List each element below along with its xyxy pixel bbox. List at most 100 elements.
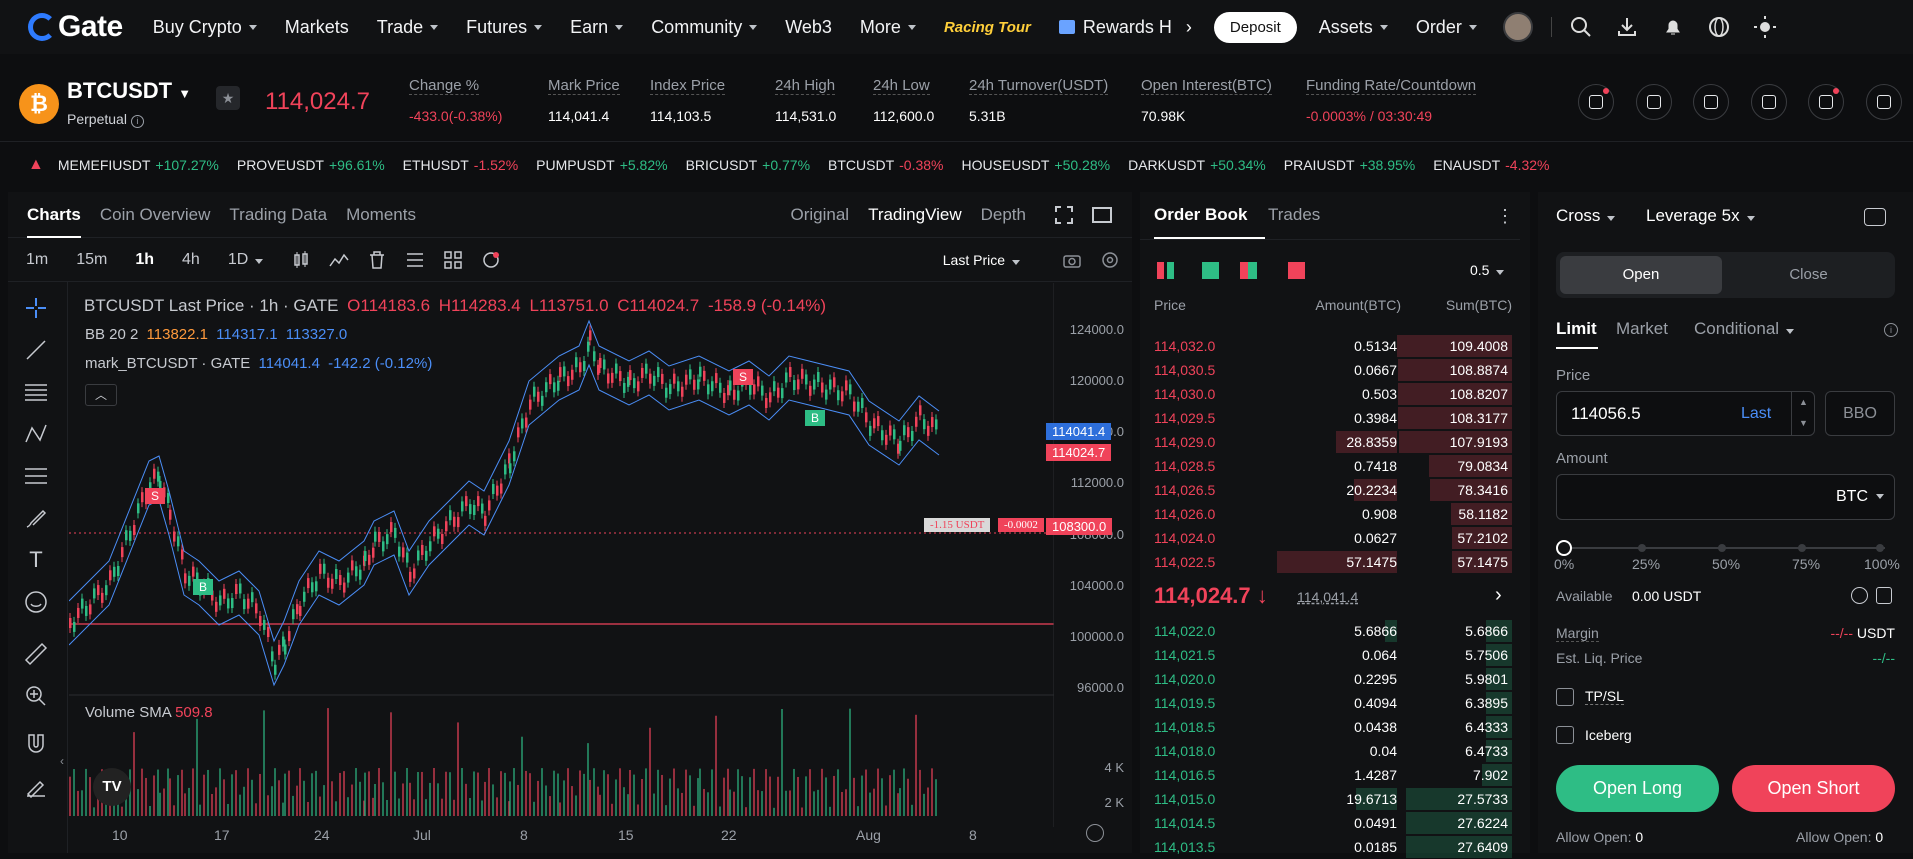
hot-ticker-item[interactable]: ETHUSDT -1.52% <box>403 157 518 173</box>
pattern-icon[interactable] <box>24 422 48 446</box>
magnet-icon[interactable] <box>24 732 48 756</box>
bid-row[interactable]: 114,020.0 0.2295 5.9801 <box>1140 667 1520 691</box>
symbol-selector[interactable]: BTCUSDT ▼ <box>67 78 191 104</box>
gate-logo[interactable]: Gate <box>28 10 123 44</box>
view-bids-icon[interactable] <box>1202 262 1219 279</box>
order-type-limit[interactable]: Limit <box>1556 319 1597 339</box>
indicators-icon[interactable] <box>329 250 349 270</box>
emoji-icon[interactable] <box>24 590 48 614</box>
price-stepper[interactable]: ▲ ▼ <box>1791 392 1815 435</box>
info-icon[interactable]: i <box>130 115 144 128</box>
amount-slider[interactable] <box>1556 538 1895 558</box>
grid-layout-icon[interactable] <box>443 250 463 270</box>
hot-ticker-item[interactable]: BRICUSDT +0.77% <box>686 157 810 173</box>
timeframe-1D[interactable]: 1D <box>228 251 264 269</box>
bid-row[interactable]: 114,014.5 0.0491 27.6224 <box>1140 811 1520 835</box>
candles-icon[interactable] <box>291 250 311 270</box>
slider-dot[interactable] <box>1876 544 1884 552</box>
list-icon[interactable] <box>405 250 425 270</box>
timeframe-15m[interactable]: 15m <box>76 251 107 269</box>
timeframe-1h[interactable]: 1h <box>135 251 154 269</box>
nav-futures[interactable]: Futures <box>466 17 543 38</box>
timeframe-1m[interactable]: 1m <box>26 251 48 269</box>
avatar[interactable] <box>1502 12 1533 42</box>
order-menu[interactable]: Order <box>1416 17 1477 38</box>
gear-icon[interactable] <box>1865 84 1902 120</box>
tpsl-checkbox[interactable] <box>1556 688 1574 706</box>
trash-icon[interactable] <box>367 250 387 270</box>
tradingview-logo[interactable]: TV <box>93 768 131 806</box>
nav-trade[interactable]: Trade <box>377 17 439 38</box>
add-indicator-icon[interactable] <box>481 250 501 270</box>
hot-ticker-item[interactable]: MEMEFIUSDT +107.27% <box>58 157 219 173</box>
leaf-icon[interactable] <box>1693 84 1729 120</box>
transfer-icon[interactable] <box>1851 587 1868 604</box>
rewards-hub-link[interactable]: Rewards H <box>1058 17 1172 38</box>
info-icon[interactable]: i <box>1884 323 1898 337</box>
deposit-button[interactable]: Deposit <box>1213 11 1297 43</box>
nav-community[interactable]: Community <box>651 17 758 38</box>
download-icon[interactable] <box>1616 16 1638 38</box>
open-tab[interactable]: Open <box>1560 256 1722 294</box>
bell-icon[interactable] <box>1662 16 1684 38</box>
chevron-right-icon[interactable]: › <box>1495 584 1502 607</box>
ask-row[interactable]: 114,030.0 0.503 108.8207 <box>1140 382 1520 406</box>
chart-tab-moments[interactable]: Moments <box>346 205 416 225</box>
price-input[interactable]: 114056.5 Last ▲ ▼ <box>1556 391 1815 436</box>
ask-row[interactable]: 114,026.5 20.2234 78.3416 <box>1140 478 1520 502</box>
bid-row[interactable]: 114,018.0 0.04 6.4733 <box>1140 739 1520 763</box>
favorite-star-icon[interactable]: ★ <box>216 86 240 110</box>
bid-row[interactable]: 114,022.0 5.6866 5.6866 <box>1140 619 1520 643</box>
more-vertical-icon[interactable]: ⋮ <box>1496 206 1514 227</box>
tab-trades[interactable]: Trades <box>1268 205 1320 225</box>
open-short-button[interactable]: Open Short <box>1732 765 1895 812</box>
last-price-link[interactable]: Last <box>1741 405 1771 423</box>
bell-icon[interactable] <box>1808 84 1844 120</box>
ask-row[interactable]: 114,024.0 0.0627 57.2102 <box>1140 526 1520 550</box>
hot-ticker-item[interactable]: PROVEUSDT +96.61% <box>237 157 385 173</box>
price-type-select[interactable]: Last Price <box>943 252 1020 268</box>
settings-icon[interactable] <box>1100 250 1120 270</box>
close-tab[interactable]: Close <box>1726 256 1891 294</box>
precision-select[interactable]: 0.5 <box>1470 262 1505 278</box>
layout-icon[interactable] <box>1092 205 1112 225</box>
hot-ticker-item[interactable]: BTCUSDT -0.38% <box>828 157 943 173</box>
convert-icon[interactable] <box>1876 587 1892 604</box>
chart-settings-icon[interactable] <box>1086 824 1104 842</box>
bid-row[interactable]: 114,016.5 1.4287 7.902 <box>1140 763 1520 787</box>
margin-mode-select[interactable]: Cross <box>1556 206 1616 226</box>
position-size-tag[interactable]: -0.0002 <box>998 518 1044 532</box>
position-pnl-tag[interactable]: -1.15 USDT <box>924 518 991 532</box>
hot-ticker-item[interactable]: DARKUSDT +50.34% <box>1128 157 1266 173</box>
ask-row[interactable]: 114,029.5 0.3984 108.3177 <box>1140 406 1520 430</box>
amount-input[interactable]: BTC <box>1556 474 1895 520</box>
brush-icon[interactable] <box>24 506 48 530</box>
assets-menu[interactable]: Assets <box>1319 17 1388 38</box>
ask-row[interactable]: 114,022.5 57.1475 57.1475 <box>1140 550 1520 574</box>
bid-row[interactable]: 114,019.5 0.4094 6.3895 <box>1140 691 1520 715</box>
hot-ticker-item[interactable]: HOUSEUSDT +50.28% <box>962 157 1111 173</box>
alert-icon[interactable] <box>1635 84 1672 120</box>
fullscreen-icon[interactable] <box>1054 205 1074 225</box>
hot-ticker-item[interactable]: ENAUSDT -4.32% <box>1433 157 1549 173</box>
bid-row[interactable]: 114,015.0 19.6713 27.5733 <box>1140 787 1520 811</box>
collapse-toolbar-icon[interactable]: ‹ <box>60 754 64 768</box>
hot-ticker-item[interactable]: PRAIUSDT +38.95% <box>1284 157 1415 173</box>
leverage-select[interactable]: Leverage 5x <box>1646 206 1755 226</box>
hot-ticker-item[interactable]: PUMPUSDT +5.82% <box>536 157 667 173</box>
book-icon[interactable] <box>1750 84 1787 120</box>
camera-icon[interactable] <box>1062 250 1082 270</box>
nav-buy-crypto[interactable]: Buy Crypto <box>153 17 257 38</box>
trend-line-icon[interactable] <box>24 338 48 362</box>
nav-more[interactable]: More <box>860 17 916 38</box>
ask-row[interactable]: 114,028.5 0.7418 79.0834 <box>1140 454 1520 478</box>
collapse-legend-button[interactable]: ︿ <box>85 384 117 406</box>
chart-tab-coin-overview[interactable]: Coin Overview <box>100 205 211 225</box>
lock-drawing-icon[interactable] <box>24 774 48 798</box>
racing-tour-promo[interactable]: Racing Tour <box>944 19 1031 36</box>
ask-row[interactable]: 114,032.0 0.5134 109.4008 <box>1140 334 1520 358</box>
chart-view-original[interactable]: Original <box>790 205 849 225</box>
view-both-icon[interactable] <box>1157 262 1174 279</box>
chart-tab-trading-data[interactable]: Trading Data <box>229 205 327 225</box>
bbo-button[interactable]: BBO <box>1825 391 1895 436</box>
